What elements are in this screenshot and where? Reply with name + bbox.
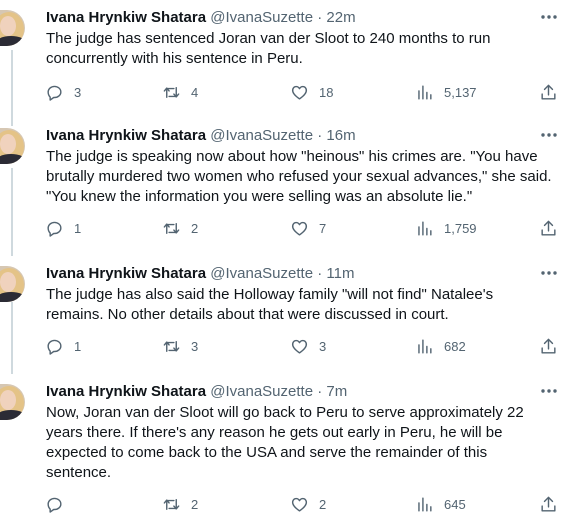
reply-count: 1 [74, 338, 82, 354]
timestamp[interactable]: 16m [326, 127, 355, 144]
share-icon [541, 496, 556, 512]
views-button[interactable]: 682 [415, 334, 466, 358]
tweet-actions: 1 3 3 682 [40, 334, 564, 358]
views-chart-icon [418, 220, 432, 236]
retweet-count: 4 [191, 84, 199, 100]
retweet-button[interactable]: 2 [162, 492, 198, 516]
reply-button[interactable]: 1 [45, 216, 81, 240]
retweet-icon [163, 498, 180, 510]
like-count: 7 [319, 220, 327, 236]
tweet[interactable]: Ivana Hrynkiw Shatara @IvanaSuzette · 16… [0, 118, 574, 256]
separator: · [313, 383, 327, 400]
like-count: 18 [319, 84, 334, 100]
views-chart-icon [418, 338, 432, 354]
views-button[interactable]: 645 [415, 492, 466, 516]
tweet-header: Ivana Hrynkiw Shatara @IvanaSuzette · 16… [46, 126, 356, 146]
like-button[interactable]: 2 [290, 492, 326, 516]
share-button[interactable] [539, 216, 558, 240]
views-button[interactable]: 1,759 [415, 216, 477, 240]
author-name[interactable]: Ivana Hrynkiw Shatara [46, 127, 206, 144]
like-count: 2 [319, 496, 327, 512]
heart-icon [291, 497, 308, 512]
heart-icon [291, 339, 308, 354]
more-horizontal-icon[interactable] [538, 380, 560, 402]
separator: · [313, 127, 327, 144]
avatar[interactable] [0, 128, 25, 164]
timestamp[interactable]: 11m [326, 265, 354, 282]
tweet-actions: 2 2 645 [40, 492, 564, 516]
author-name[interactable]: Ivana Hrynkiw Shatara [46, 9, 206, 26]
separator: · [313, 9, 327, 26]
tweet[interactable]: Ivana Hrynkiw Shatara @IvanaSuzette · 7m… [0, 374, 574, 525]
tweet[interactable]: Ivana Hrynkiw Shatara @IvanaSuzette · 11… [0, 256, 574, 374]
views-button[interactable]: 5,137 [415, 80, 477, 104]
share-button[interactable] [539, 334, 558, 358]
view-count: 682 [444, 338, 466, 354]
author-handle[interactable]: @IvanaSuzette [210, 9, 313, 26]
tweet-header: Ivana Hrynkiw Shatara @IvanaSuzette · 11… [46, 264, 354, 284]
like-count: 3 [319, 338, 327, 354]
timestamp[interactable]: 22m [326, 9, 355, 26]
like-button[interactable]: 18 [290, 80, 333, 104]
reply-icon [47, 497, 62, 513]
tweet-text: The judge has sentenced Joran van der Sl… [46, 30, 491, 67]
timestamp[interactable]: 7m [326, 383, 347, 400]
avatar[interactable] [0, 384, 25, 420]
reply-icon [47, 221, 62, 237]
retweet-icon [163, 86, 180, 98]
reply-icon [47, 339, 62, 355]
avatar[interactable] [0, 10, 25, 46]
author-handle[interactable]: @IvanaSuzette [210, 265, 313, 282]
tweet[interactable]: Ivana Hrynkiw Shatara @IvanaSuzette · 22… [0, 0, 574, 118]
more-horizontal-icon[interactable] [538, 6, 560, 28]
share-icon [541, 338, 556, 354]
tweet-header: Ivana Hrynkiw Shatara @IvanaSuzette · 7m [46, 382, 347, 402]
more-horizontal-icon[interactable] [538, 124, 560, 146]
reply-count: 3 [74, 84, 82, 100]
views-chart-icon [418, 496, 432, 512]
heart-icon [291, 85, 308, 100]
author-name[interactable]: Ivana Hrynkiw Shatara [46, 265, 206, 282]
reply-button[interactable] [45, 492, 74, 516]
author-handle[interactable]: @IvanaSuzette [210, 127, 313, 144]
retweet-count: 3 [191, 338, 199, 354]
like-button[interactable]: 7 [290, 216, 326, 240]
like-button[interactable]: 3 [290, 334, 326, 358]
retweet-icon [163, 222, 180, 234]
retweet-button[interactable]: 3 [162, 334, 198, 358]
tweet-actions: 3 4 18 5,137 [40, 80, 564, 104]
view-count: 5,137 [444, 84, 477, 100]
reply-button[interactable]: 1 [45, 334, 81, 358]
tweet-text: The judge is speaking now about how "hei… [46, 148, 552, 205]
tweet-text: Now, Joran van der Sloot will go back to… [46, 404, 524, 481]
reply-icon [47, 85, 62, 101]
retweet-button[interactable]: 2 [162, 216, 198, 240]
heart-icon [291, 221, 308, 236]
tweet-actions: 1 2 7 1,759 [40, 216, 564, 240]
retweet-icon [163, 340, 180, 352]
reply-button[interactable]: 3 [45, 80, 81, 104]
share-icon [541, 84, 556, 100]
view-count: 645 [444, 496, 466, 512]
separator: · [313, 265, 327, 282]
share-button[interactable] [539, 492, 558, 516]
tweet-text: The judge has also said the Holloway fam… [46, 286, 494, 323]
retweet-count: 2 [191, 220, 199, 236]
more-horizontal-icon[interactable] [538, 262, 560, 284]
author-name[interactable]: Ivana Hrynkiw Shatara [46, 383, 206, 400]
views-chart-icon [418, 84, 432, 100]
reply-count: 1 [74, 220, 82, 236]
avatar[interactable] [0, 266, 25, 302]
retweet-count: 2 [191, 496, 199, 512]
tweet-header: Ivana Hrynkiw Shatara @IvanaSuzette · 22… [46, 8, 356, 28]
view-count: 1,759 [444, 220, 477, 236]
share-icon [541, 220, 556, 236]
author-handle[interactable]: @IvanaSuzette [210, 383, 313, 400]
share-button[interactable] [539, 80, 558, 104]
retweet-button[interactable]: 4 [162, 80, 198, 104]
